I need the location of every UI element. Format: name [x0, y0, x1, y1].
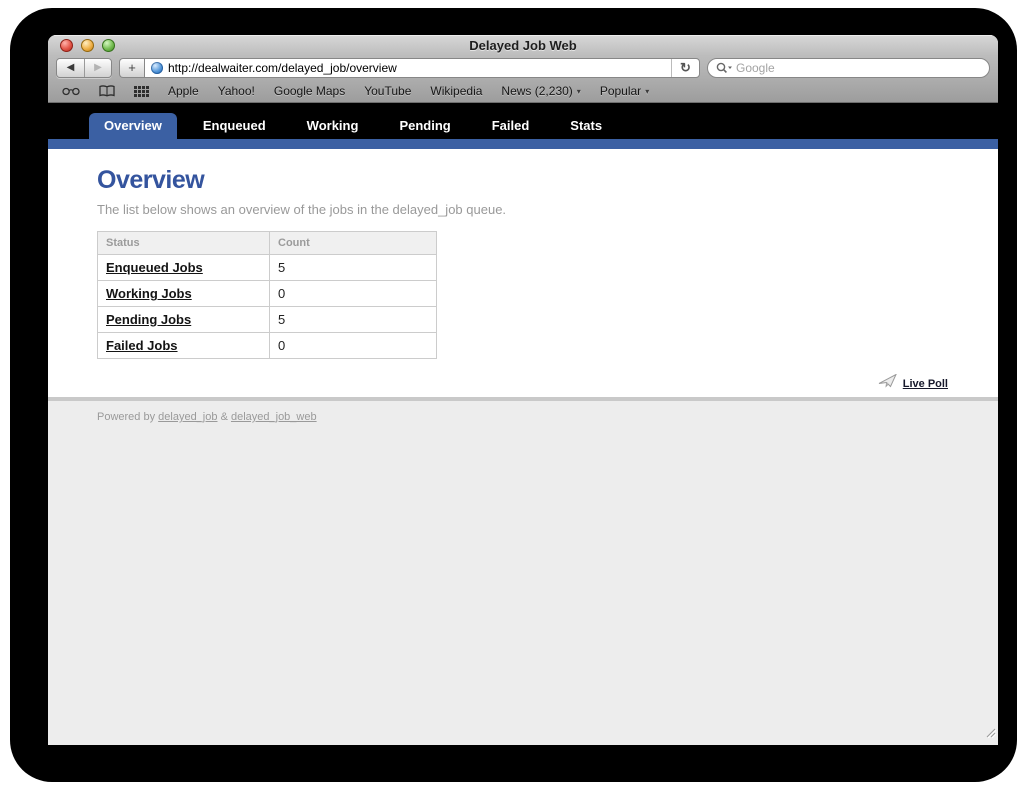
chevron-down-icon: ▾ [645, 87, 649, 96]
table-row: Failed Jobs 0 [98, 333, 437, 359]
forward-button[interactable]: ▶ [84, 59, 111, 77]
column-header-count: Count [270, 232, 437, 255]
page-content: Overview The list below shows an overvie… [48, 149, 998, 397]
link-failed-jobs[interactable]: Failed Jobs [106, 338, 178, 353]
tab-enqueued[interactable]: Enqueued [188, 113, 281, 139]
bookmark-folder-news[interactable]: News (2,230) ▾ [501, 84, 580, 98]
search-icon [716, 62, 733, 74]
table-row: Pending Jobs 5 [98, 307, 437, 333]
bookmark-label: Google Maps [274, 84, 345, 98]
page-title: Overview [97, 166, 948, 195]
link-enqueued-jobs[interactable]: Enqueued Jobs [106, 260, 203, 275]
delayed-job-web-link[interactable]: delayed_job_web [231, 411, 317, 423]
bookmark-label: Popular [600, 84, 641, 98]
resize-grip[interactable] [983, 725, 996, 743]
live-poll-link[interactable]: Live Poll [903, 378, 948, 390]
browser-toolbar: ◀ ▶ + http://dealwaiter.com/delayed_job/… [48, 55, 998, 80]
history-nav: ◀ ▶ [56, 58, 112, 78]
bookmark-item-youtube[interactable]: YouTube [364, 84, 411, 98]
bookmark-label: Yahoo! [218, 84, 255, 98]
bookmarks-book-icon[interactable] [99, 85, 115, 97]
address-bar[interactable]: http://dealwaiter.com/delayed_job/overvi… [144, 58, 700, 78]
page-footer: Powered by delayed_job & delayed_job_web [48, 397, 998, 745]
title-bar: Delayed Job Web [48, 35, 998, 55]
tab-working[interactable]: Working [292, 113, 374, 139]
tab-failed[interactable]: Failed [477, 113, 545, 139]
traffic-lights [60, 39, 115, 52]
window-title: Delayed Job Web [48, 38, 998, 53]
browser-window: Delayed Job Web ◀ ▶ + http://dealwaiter.… [48, 35, 998, 745]
bookmark-label: Apple [168, 84, 199, 98]
close-button[interactable] [60, 39, 73, 52]
ampersand: & [221, 411, 228, 423]
url-text[interactable]: http://dealwaiter.com/delayed_job/overvi… [163, 61, 671, 75]
address-bar-group: + http://dealwaiter.com/delayed_job/over… [119, 58, 700, 78]
tab-stats[interactable]: Stats [555, 113, 617, 139]
table-row: Working Jobs 0 [98, 281, 437, 307]
link-pending-jobs[interactable]: Pending Jobs [106, 312, 191, 327]
minimize-button[interactable] [81, 39, 94, 52]
bookmark-label: News (2,230) [501, 84, 572, 98]
count-enqueued: 5 [270, 255, 437, 281]
search-input[interactable]: Google [707, 58, 990, 78]
bookmark-item-yahoo[interactable]: Yahoo! [218, 84, 255, 98]
bookmark-folder-popular[interactable]: Popular ▾ [600, 84, 649, 98]
bookmark-item-google-maps[interactable]: Google Maps [274, 84, 345, 98]
jobs-overview-table: Status Count Enqueued Jobs 5 Working Job… [97, 231, 437, 359]
chevron-down-icon: ▾ [577, 87, 581, 96]
zoom-button[interactable] [102, 39, 115, 52]
reload-icon[interactable]: ↻ [671, 59, 699, 77]
count-pending: 5 [270, 307, 437, 333]
live-poll-row: Live Poll [97, 374, 948, 393]
page-description: The list below shows an overview of the … [97, 202, 948, 217]
link-working-jobs[interactable]: Working Jobs [106, 286, 192, 301]
paper-plane-icon [878, 374, 897, 393]
delayed-job-link[interactable]: delayed_job [158, 411, 217, 423]
powered-by-prefix: Powered by [97, 411, 155, 423]
table-header-row: Status Count [98, 232, 437, 255]
site-favicon-globe-icon [151, 62, 163, 74]
powered-by-text: Powered by delayed_job & delayed_job_web [97, 411, 998, 423]
bookmarks-bar: Apple Yahoo! Google Maps YouTube Wikiped… [48, 80, 998, 103]
tab-pending[interactable]: Pending [384, 113, 465, 139]
top-sites-grid-icon[interactable] [134, 86, 149, 97]
bookmark-label: Wikipedia [430, 84, 482, 98]
job-nav-tabbar: Overview Enqueued Working Pending Failed… [48, 103, 998, 139]
count-working: 0 [270, 281, 437, 307]
count-failed: 0 [270, 333, 437, 359]
reading-list-glasses-icon[interactable] [62, 87, 80, 96]
search-placeholder: Google [736, 61, 775, 75]
column-header-status: Status [98, 232, 270, 255]
bookmark-label: YouTube [364, 84, 411, 98]
new-tab-button[interactable]: + [119, 58, 144, 78]
tab-overview[interactable]: Overview [89, 113, 177, 139]
table-row: Enqueued Jobs 5 [98, 255, 437, 281]
active-tab-accent-bar [48, 139, 998, 149]
bookmark-item-apple[interactable]: Apple [168, 84, 199, 98]
back-button[interactable]: ◀ [57, 59, 84, 77]
window-shadow-frame: Delayed Job Web ◀ ▶ + http://dealwaiter.… [10, 8, 1017, 782]
bookmark-item-wikipedia[interactable]: Wikipedia [430, 84, 482, 98]
